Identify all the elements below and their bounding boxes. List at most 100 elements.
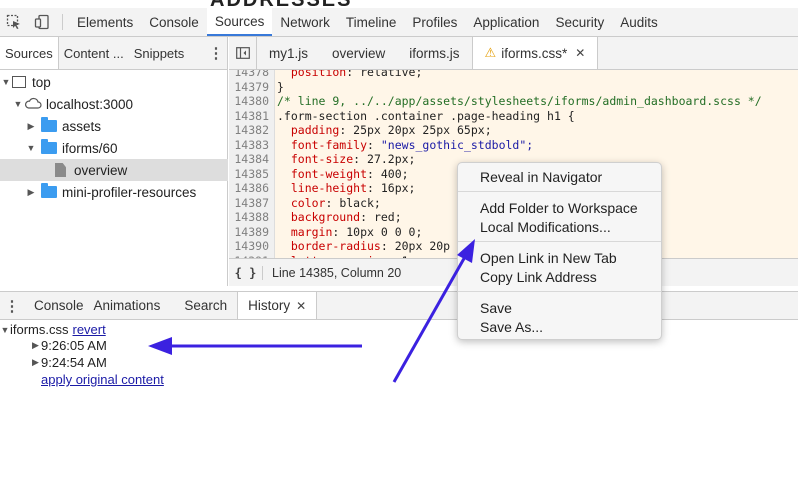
expanded-triangle-icon: ▼ bbox=[26, 143, 36, 153]
navigator-tab-snippets[interactable]: Snippets bbox=[129, 37, 190, 69]
drawer-tab-search[interactable]: Search bbox=[170, 292, 237, 319]
css-value: "news_gothic_stdbold"; bbox=[380, 137, 534, 152]
drawer-tabs: ⋮ Console Animations Search History ✕ bbox=[0, 291, 798, 320]
code-line: 14383 font-family: "news_gothic_stdbold"… bbox=[229, 138, 798, 153]
line-number: 14379 bbox=[234, 79, 269, 94]
tab-audits[interactable]: Audits bbox=[612, 8, 666, 36]
editor-tab-iforms-js[interactable]: iforms.js bbox=[397, 37, 471, 69]
tab-application[interactable]: Application bbox=[465, 8, 547, 36]
main-toolbar: Elements Console Sources Network Timelin… bbox=[0, 8, 798, 37]
navigator-tabs: Sources Content ... Snippets ⋮ bbox=[0, 37, 227, 70]
history-entry-time: 9:24:54 AM bbox=[41, 355, 107, 370]
drawer-tab-history[interactable]: History ✕ bbox=[237, 292, 318, 319]
collapsed-triangle-icon: ▶ bbox=[27, 120, 35, 131]
line-number: 14388 bbox=[234, 210, 269, 224]
history-file-name: iforms.css bbox=[10, 322, 69, 337]
navigator-tab-content-scripts[interactable]: Content ... bbox=[59, 37, 129, 69]
tab-console[interactable]: Console bbox=[141, 8, 207, 36]
tab-timeline[interactable]: Timeline bbox=[338, 8, 405, 36]
apply-original-content-link[interactable]: apply original content bbox=[41, 372, 164, 387]
editor-tab-my1-js[interactable]: my1.js bbox=[257, 37, 320, 69]
drawer-tab-animations[interactable]: Animations bbox=[94, 292, 171, 319]
css-property: padding bbox=[277, 123, 340, 137]
navigator-more-icon[interactable]: ⋮ bbox=[205, 37, 227, 69]
css-property: line-height bbox=[277, 181, 368, 195]
menu-item-save-as[interactable]: Save As... bbox=[480, 317, 543, 336]
tab-network[interactable]: Network bbox=[272, 8, 338, 36]
code-line: 14380 /* line 9, ../../app/assets/stylesh… bbox=[229, 94, 798, 109]
css-value: : 10px 0 0 0; bbox=[332, 224, 423, 239]
css-value: : black; bbox=[325, 195, 381, 210]
file-icon bbox=[55, 163, 66, 177]
tree-item-assets[interactable]: ▶ assets bbox=[0, 115, 228, 137]
css-property: position bbox=[277, 70, 347, 79]
code-text: .form-section .container .page-heading h… bbox=[277, 108, 575, 123]
menu-item-add-folder-to-workspace[interactable]: Add Folder to Workspace bbox=[480, 198, 638, 217]
css-value: : 16px; bbox=[367, 181, 416, 195]
tree-item-overview[interactable]: overview bbox=[0, 159, 228, 181]
toolbar-divider bbox=[62, 14, 63, 30]
tree-item-mini-profiler[interactable]: ▶ mini-profiler-resources bbox=[0, 181, 228, 203]
main-tabs: Elements Console Sources Network Timelin… bbox=[69, 8, 666, 36]
tree-item-localhost[interactable]: ▼ localhost:3000 bbox=[0, 93, 228, 115]
history-entry[interactable]: ▶ 9:26:05 AM bbox=[30, 337, 107, 354]
tab-security[interactable]: Security bbox=[547, 8, 612, 36]
menu-item-local-modifications[interactable]: Local Modifications... bbox=[480, 217, 611, 236]
css-property: background bbox=[277, 210, 361, 224]
expanded-triangle-icon[interactable]: ▼ bbox=[0, 325, 10, 335]
tree-item-label: mini-profiler-resources bbox=[62, 184, 197, 200]
device-mode-icon[interactable] bbox=[28, 8, 56, 36]
css-value: : 20px 20p bbox=[380, 239, 451, 253]
css-property: font-family bbox=[277, 137, 368, 152]
tree-item-top[interactable]: ▼ top bbox=[0, 71, 228, 93]
menu-item-save[interactable]: Save bbox=[480, 298, 512, 317]
editor-tab-iforms-css[interactable]: ⚠ iforms.css* ✕ bbox=[471, 37, 599, 69]
line-number: 14387 bbox=[234, 195, 269, 210]
close-icon[interactable]: ✕ bbox=[575, 46, 585, 60]
collapsed-triangle-icon[interactable]: ▶ bbox=[30, 340, 41, 351]
history-entry[interactable]: ▶ 9:24:54 AM bbox=[30, 354, 107, 371]
expanded-triangle-icon: ▼ bbox=[1, 77, 11, 87]
context-menu: Reveal in Navigator Add Folder to Worksp… bbox=[457, 162, 662, 340]
line-number: 14389 bbox=[234, 224, 269, 239]
tree-item-label: top bbox=[32, 74, 51, 90]
menu-item-reveal-in-navigator[interactable]: Reveal in Navigator bbox=[480, 167, 602, 186]
drawer-tab-console[interactable]: Console bbox=[24, 292, 94, 319]
line-number: 14380 bbox=[234, 94, 269, 108]
css-property: color bbox=[277, 195, 326, 210]
history-entry-time: 9:26:05 AM bbox=[41, 338, 107, 353]
tab-sources[interactable]: Sources bbox=[206, 8, 273, 36]
tree-item-label: iforms/60 bbox=[62, 140, 118, 156]
code-text: } bbox=[277, 79, 284, 94]
menu-item-open-link-in-new-tab[interactable]: Open Link in New Tab bbox=[480, 248, 617, 267]
tree-item-iforms[interactable]: ▼ iforms/60 bbox=[0, 137, 228, 159]
css-property: border-radius bbox=[277, 239, 381, 253]
drawer-more-icon[interactable]: ⋮ bbox=[0, 292, 24, 319]
inspect-element-icon[interactable] bbox=[0, 8, 28, 36]
drawer-tab-label: History bbox=[248, 298, 291, 313]
close-icon[interactable]: ✕ bbox=[296, 299, 306, 313]
editor-tab-overview[interactable]: overview bbox=[320, 37, 397, 69]
collapsed-triangle-icon[interactable]: ▶ bbox=[30, 357, 41, 368]
apply-original-link-row: apply original content bbox=[41, 371, 164, 388]
expanded-triangle-icon: ▼ bbox=[13, 99, 23, 109]
css-value: : 27.2px; bbox=[353, 152, 416, 166]
tab-elements[interactable]: Elements bbox=[69, 8, 141, 36]
editor-tabs: my1.js overview iforms.js ⚠ iforms.css* … bbox=[229, 37, 798, 70]
menu-separator bbox=[458, 291, 661, 292]
line-number: 14378 bbox=[234, 70, 269, 79]
line-number: 14390 bbox=[234, 239, 269, 253]
toggle-navigator-icon[interactable] bbox=[229, 37, 257, 69]
navigator-pane: Sources Content ... Snippets ⋮ ▼ top ▼ l… bbox=[0, 37, 228, 286]
tab-profiles[interactable]: Profiles bbox=[404, 8, 465, 36]
menu-item-copy-link-address[interactable]: Copy Link Address bbox=[480, 267, 597, 286]
css-property: font-size bbox=[277, 152, 354, 166]
navigator-tab-sources[interactable]: Sources bbox=[0, 37, 59, 69]
css-value: : 400; bbox=[367, 166, 409, 181]
revert-link[interactable]: revert bbox=[73, 322, 106, 337]
pretty-print-button[interactable]: { } bbox=[229, 265, 263, 280]
frame-icon bbox=[12, 76, 26, 88]
line-number: 14383 bbox=[234, 137, 269, 152]
css-value: : red; bbox=[360, 210, 402, 224]
code-line: 14381 .form-section .container .page-head… bbox=[229, 109, 798, 124]
